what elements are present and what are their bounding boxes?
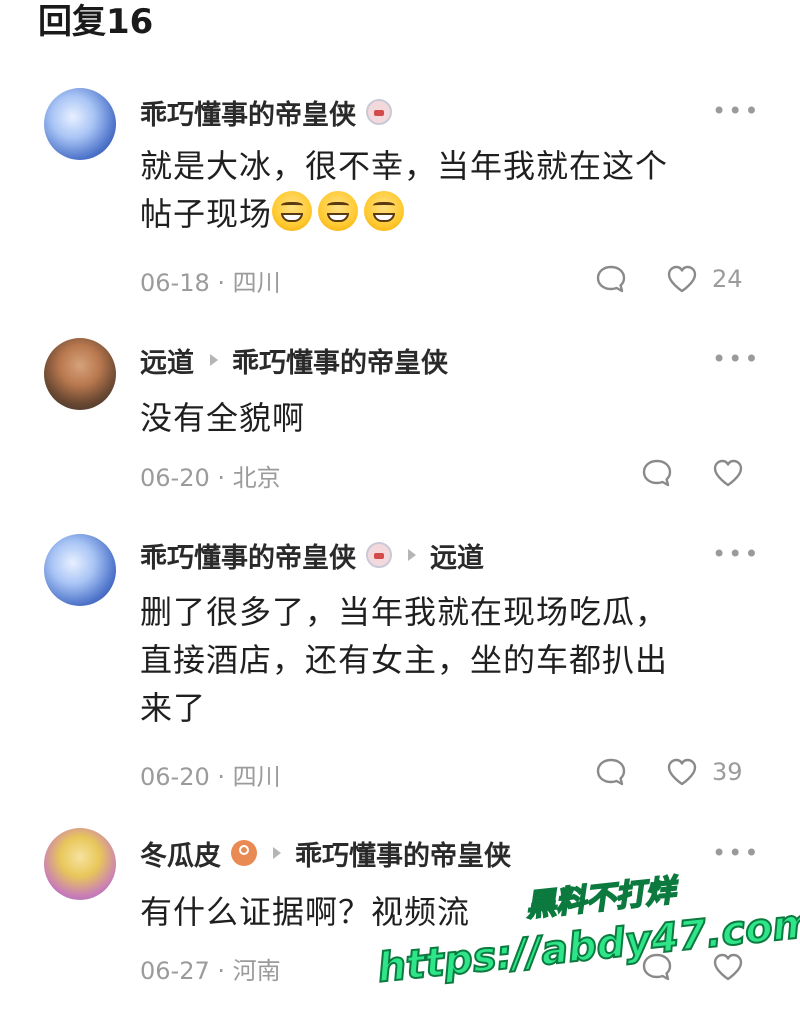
more-options-button[interactable]: ••• [712,344,758,374]
comment-date: 06-20 [140,763,210,791]
author-name[interactable]: 乖巧懂事的帝皇侠 [140,536,356,575]
page-title: 回复16 [38,2,154,42]
reply-icon[interactable] [596,758,626,786]
heart-icon[interactable] [666,264,698,294]
heart-icon[interactable] [712,458,744,488]
comment-text[interactable]: 删了很多了，当年我就在现场吃瓜， 直接酒店，还有女主，坐的车都扒出 来了 [140,588,760,732]
more-options-button[interactable]: ••• [712,96,758,126]
comment-header: 乖巧懂事的帝皇侠 [140,93,392,132]
grinning-face-emoji-icon [318,191,359,231]
heart-icon[interactable] [666,757,698,787]
avatar[interactable] [44,338,116,410]
more-options-button[interactable]: ••• [712,539,758,569]
comment-meta: 06-20 · 北京 [140,461,281,495]
like-count: 39 [712,758,743,786]
reply-to-name[interactable]: 远道 [430,536,484,575]
like-count: 24 [712,265,743,293]
comment-date: 06-18 [140,269,210,297]
comment-location: 四川 [232,269,281,297]
comment-location: 河南 [232,957,281,985]
meta-separator: · [217,763,226,791]
user-badge-icon [366,99,392,125]
meta-separator: · [217,464,226,492]
comment-text-line: 直接酒店，还有女主，坐的车都扒出 [140,641,669,679]
comment-meta: 06-18 · 四川 [140,266,281,300]
reply-arrow-icon [210,354,218,366]
comment-meta: 06-27 · 河南 [140,954,281,988]
comment-text[interactable]: 没有全貌啊 [140,394,760,442]
comment-text-line: 没有全貌啊 [140,399,306,437]
avatar[interactable] [44,828,116,900]
reply-to-name[interactable]: 乖巧懂事的帝皇侠 [232,341,448,380]
comment-meta: 06-20 · 四川 [140,760,281,794]
meta-separator: · [217,269,226,297]
comment-date: 06-27 [140,957,210,985]
comment-location: 北京 [232,464,281,492]
comment-header: 远道 乖巧懂事的帝皇侠 [140,341,448,380]
grinning-face-emoji-icon [272,191,313,231]
comment-text-line: 来了 [140,689,207,727]
author-name[interactable]: 冬瓜皮 [140,834,221,873]
watermark: 黑料不打烊 https://abdy47.com [371,861,800,1022]
author-name[interactable]: 远道 [140,341,194,380]
comment-text-line-with-emoji: 帖子现场 [140,190,760,238]
avatar[interactable] [44,88,116,160]
author-name[interactable]: 乖巧懂事的帝皇侠 [140,93,356,132]
reply-icon[interactable] [642,459,672,487]
meta-separator: · [217,957,226,985]
user-badge-icon [366,542,392,568]
comment-text-line: 帖子现场 [140,195,273,233]
avatar[interactable] [44,534,116,606]
grinning-face-emoji-icon [364,191,405,231]
comment-text-line: 就是大冰，很不幸，当年我就在这个 [140,147,669,185]
reply-arrow-icon [273,847,281,859]
comment-header: 冬瓜皮 乖巧懂事的帝皇侠 [140,834,511,873]
comment-text[interactable]: 就是大冰，很不幸，当年我就在这个 帖子现场 [140,142,760,238]
reply-arrow-icon [408,549,416,561]
comment-header: 乖巧懂事的帝皇侠 远道 [140,536,484,575]
comment-date: 06-20 [140,464,210,492]
user-badge-icon [231,840,257,866]
comment-text-line: 删了很多了，当年我就在现场吃瓜， [140,593,669,631]
comment-location: 四川 [232,763,281,791]
reply-to-name[interactable]: 乖巧懂事的帝皇侠 [295,834,511,873]
reply-icon[interactable] [596,265,626,293]
